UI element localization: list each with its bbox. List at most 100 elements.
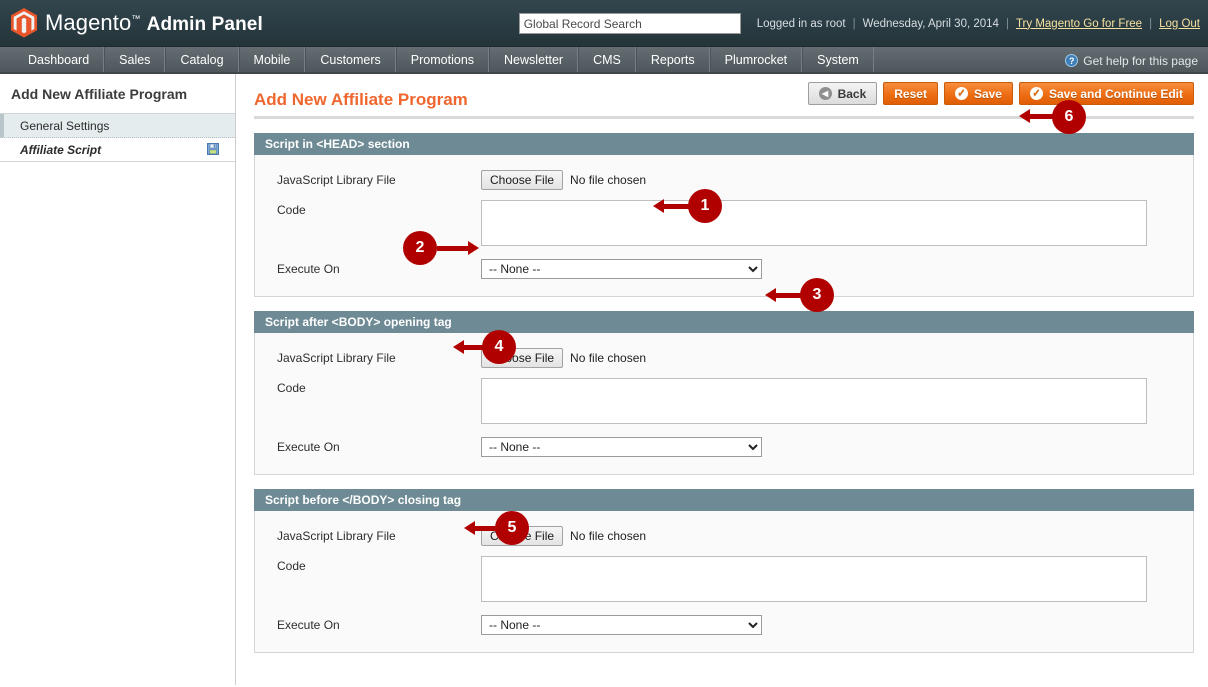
head-execute-on-select[interactable]: -- None --	[481, 259, 762, 279]
sidebar-item-label-affiliate-script: Affiliate Script	[20, 142, 102, 157]
body-close-execute-on-row: Execute On -- None --	[255, 610, 1193, 640]
fieldset-body-closing: Script before </BODY> closing tag JavaSc…	[254, 489, 1194, 653]
magento-logo-icon	[11, 8, 37, 38]
main-panel: Add New Affiliate Program ◀ Back Reset ✓…	[236, 74, 1208, 685]
head-execute-on-row: Execute On -- None --	[255, 254, 1193, 284]
body-open-execute-on-control: -- None --	[481, 437, 1193, 457]
head-execute-on-control: -- None --	[481, 259, 1193, 279]
body-close-execute-on-select[interactable]: -- None --	[481, 615, 762, 635]
body-open-js-library-row: JavaScript Library File Choose File No f…	[255, 343, 1193, 373]
body-open-fieldset-heading: Script after <BODY> opening tag	[254, 311, 1194, 333]
page-header: Add New Affiliate Program ◀ Back Reset ✓…	[254, 82, 1194, 116]
body-close-js-library-control: Choose File No file chosen	[481, 526, 1193, 546]
nav-item-customers[interactable]: Customers	[305, 47, 396, 72]
body-close-js-library-file[interactable]: Choose File No file chosen	[481, 526, 1147, 546]
back-arrow-icon: ◀	[818, 87, 832, 100]
head-code-textarea[interactable]	[481, 200, 1147, 246]
logo-title: Magento™ Admin Panel	[45, 10, 263, 36]
body-close-fieldset-body: JavaScript Library File Choose File No f…	[254, 511, 1194, 653]
body-open-fieldset-body: JavaScript Library File Choose File No f…	[254, 333, 1194, 475]
head-fieldset-heading: Script in <HEAD> section	[254, 133, 1194, 155]
check-circle-icon-2: ✓	[1029, 87, 1043, 100]
reset-button-label: Reset	[894, 86, 927, 101]
question-mark-icon: ?	[1065, 54, 1079, 67]
body-open-js-library-file[interactable]: Choose File No file chosen	[481, 348, 1147, 368]
content-area: Add New Affiliate Program General Settin…	[0, 74, 1208, 685]
header-divider	[254, 116, 1194, 119]
back-button[interactable]: ◀ Back	[807, 82, 878, 105]
body-open-execute-on-select[interactable]: -- None --	[481, 437, 762, 457]
head-fieldset-body: JavaScript Library File Choose File No f…	[254, 155, 1194, 297]
body-open-js-library-label: JavaScript Library File	[277, 351, 396, 365]
head-code-label: Code	[277, 203, 306, 217]
nav-item-sales[interactable]: Sales	[104, 47, 166, 72]
save-and-continue-edit-button[interactable]: ✓ Save and Continue Edit	[1018, 82, 1194, 105]
nav-item-promotions[interactable]: Promotions	[395, 47, 490, 72]
head-file-status: No file chosen	[570, 173, 647, 187]
nav-item-dashboard[interactable]: Dashboard	[14, 47, 105, 72]
body-open-code-label: Code	[277, 381, 306, 395]
nav-item-mobile[interactable]: Mobile	[238, 47, 306, 72]
page-title: Add New Affiliate Program	[254, 90, 468, 109]
header-separator-3: |	[1149, 17, 1153, 30]
logged-in-label: Logged in as root	[756, 17, 846, 30]
body-open-code-textarea[interactable]	[481, 378, 1147, 424]
check-circle-icon: ✓	[954, 87, 968, 100]
body-close-choose-file-button[interactable]: Choose File	[481, 526, 564, 546]
head-js-library-row: JavaScript Library File Choose File No f…	[255, 165, 1193, 195]
body-close-code-row: Code	[255, 551, 1193, 610]
body-open-js-library-control: Choose File No file chosen	[481, 348, 1193, 368]
current-date-label: Wednesday, April 30, 2014	[862, 17, 999, 30]
nav-item-cms[interactable]: CMS	[578, 47, 636, 72]
save-button-label: Save	[973, 86, 1002, 101]
form-tabs-sidebar: Add New Affiliate Program General Settin…	[0, 74, 236, 685]
page-action-buttons: ◀ Back Reset ✓ Save ✓ Save and Continue …	[807, 82, 1194, 105]
save-button[interactable]: ✓ Save	[943, 82, 1013, 105]
head-code-control	[481, 200, 1193, 249]
nav-item-plumrocket[interactable]: Plumrocket	[709, 47, 803, 72]
body-close-code-textarea[interactable]	[481, 556, 1147, 602]
admin-page: Magento™ Admin Panel Logged in as root |…	[0, 0, 1208, 687]
body-open-file-status: No file chosen	[570, 351, 647, 365]
body-open-choose-file-button[interactable]: Choose File	[481, 348, 564, 368]
save-and-continue-label: Save and Continue Edit	[1048, 86, 1183, 101]
logo-brand: Magento	[45, 10, 132, 35]
nav-item-newsletter[interactable]: Newsletter	[489, 47, 579, 72]
try-magento-go-link[interactable]: Try Magento Go for Free	[1016, 18, 1142, 30]
global-search-input[interactable]	[518, 13, 741, 34]
head-code-row: Code	[255, 195, 1193, 254]
save-disk-icon	[207, 143, 219, 155]
body-close-js-library-row: JavaScript Library File Choose File No f…	[255, 521, 1193, 551]
body-open-execute-on-label: Execute On	[277, 440, 340, 454]
back-button-label: Back	[837, 86, 867, 101]
head-js-library-label: JavaScript Library File	[277, 173, 396, 187]
sidebar-item-label-general-settings: General Settings	[20, 118, 110, 133]
reset-button[interactable]: Reset	[883, 82, 938, 105]
nav-item-reports[interactable]: Reports	[635, 47, 710, 72]
app-header: Magento™ Admin Panel Logged in as root |…	[0, 0, 1208, 47]
header-separator-1: |	[852, 17, 856, 30]
body-close-file-status: No file chosen	[570, 529, 647, 543]
logo-subtitle: Admin Panel	[146, 14, 263, 35]
get-help-link[interactable]: ? Get help for this page	[1065, 47, 1198, 74]
head-js-library-file[interactable]: Choose File No file chosen	[481, 170, 1147, 190]
magento-logo[interactable]: Magento™ Admin Panel	[0, 0, 263, 46]
nav-item-system[interactable]: System	[802, 47, 874, 72]
head-execute-on-label: Execute On	[277, 262, 340, 276]
get-help-label: Get help for this page	[1083, 53, 1198, 68]
sidebar-item-affiliate-script[interactable]: Affiliate Script	[0, 138, 235, 162]
logo-trademark: ™	[131, 13, 141, 24]
body-close-fieldset-heading: Script before </BODY> closing tag	[254, 489, 1194, 511]
nav-item-catalog[interactable]: Catalog	[165, 47, 239, 72]
body-close-execute-on-control: -- None --	[481, 615, 1193, 635]
head-choose-file-button[interactable]: Choose File	[481, 170, 564, 190]
header-separator-2: |	[1005, 17, 1009, 30]
body-close-code-control	[481, 556, 1193, 605]
header-right-cluster: Logged in as root | Wednesday, April 30,…	[518, 0, 1200, 47]
body-open-code-row: Code	[255, 373, 1193, 432]
body-close-execute-on-label: Execute On	[277, 618, 340, 632]
body-open-code-control	[481, 378, 1193, 427]
main-navigation: Dashboard Sales Catalog Mobile Customers…	[0, 47, 1208, 74]
sidebar-item-general-settings[interactable]: General Settings	[0, 114, 235, 138]
logout-link[interactable]: Log Out	[1159, 18, 1200, 30]
